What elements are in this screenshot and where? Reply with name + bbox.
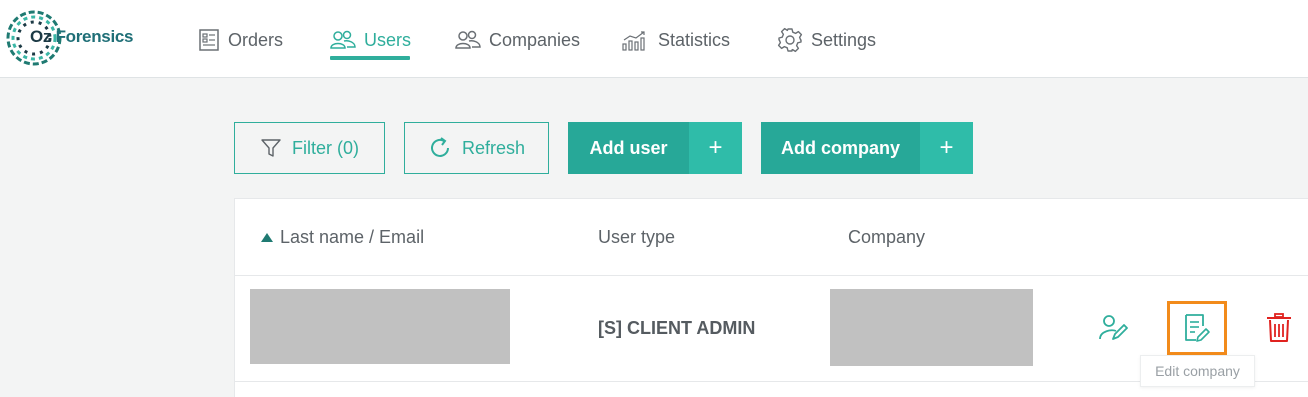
column-header-company[interactable]: Company bbox=[848, 227, 925, 248]
filter-button-label: Filter (0) bbox=[292, 137, 359, 158]
nav-item-users[interactable]: Users bbox=[330, 24, 411, 56]
nav-item-orders[interactable]: Orders bbox=[198, 24, 283, 56]
header-divider bbox=[235, 275, 1308, 276]
delete-user-button[interactable] bbox=[1265, 312, 1293, 344]
refresh-icon bbox=[431, 137, 449, 157]
redacted-name-email bbox=[250, 289, 510, 364]
add-user-button[interactable]: Add user + bbox=[568, 122, 742, 174]
nav-label-companies: Companies bbox=[489, 29, 581, 50]
redacted-company bbox=[830, 289, 1033, 366]
column-header-last-name-email-label: Last name / Email bbox=[280, 227, 425, 247]
companies-icon bbox=[455, 30, 481, 49]
nav-label-statistics: Statistics bbox=[658, 29, 731, 50]
edit-user-button[interactable] bbox=[1097, 311, 1129, 345]
column-header-last-name-email[interactable]: Last name / Email bbox=[261, 227, 424, 248]
edit-company-tooltip: Edit company bbox=[1140, 355, 1255, 387]
orders-icon bbox=[199, 29, 219, 51]
active-tab-indicator bbox=[330, 56, 410, 60]
sort-ascending-icon bbox=[261, 233, 273, 242]
add-company-button[interactable]: Add company + bbox=[761, 122, 973, 174]
refresh-button[interactable]: Refresh bbox=[404, 122, 549, 174]
trash-icon bbox=[1267, 313, 1291, 342]
oz-forensics-logo[interactable]: Oz Forensics bbox=[6, 10, 133, 66]
add-user-button-label: Add user bbox=[589, 137, 668, 158]
statistics-icon bbox=[622, 31, 645, 51]
nav-label-orders: Orders bbox=[228, 29, 284, 50]
add-company-button-label: Add company bbox=[780, 137, 900, 158]
filter-button[interactable]: Filter (0) bbox=[234, 122, 385, 174]
filter-icon bbox=[261, 139, 281, 157]
users-icon bbox=[330, 30, 356, 49]
nav-item-settings[interactable]: Settings bbox=[777, 24, 876, 56]
brand-name-oz: Oz bbox=[30, 27, 52, 46]
top-navigation-bar: Oz Forensics Orders Users Companies Stat… bbox=[0, 0, 1308, 78]
nav-item-companies[interactable]: Companies bbox=[455, 24, 580, 56]
brand-name: Oz Forensics bbox=[30, 27, 133, 47]
nav-label-users: Users bbox=[364, 29, 412, 50]
nav-label-settings: Settings bbox=[811, 29, 877, 50]
cell-user-type: [S] CLIENT ADMIN bbox=[598, 318, 756, 338]
gear-icon bbox=[777, 27, 803, 53]
edit-company-icon bbox=[1185, 314, 1210, 342]
add-user-plus-icon: + bbox=[689, 122, 742, 174]
nav-item-statistics[interactable]: Statistics bbox=[622, 24, 730, 56]
column-header-user-type[interactable]: User type bbox=[598, 227, 675, 248]
edit-company-button[interactable] bbox=[1167, 301, 1227, 355]
user-edit-icon bbox=[1099, 315, 1128, 340]
refresh-button-label: Refresh bbox=[461, 137, 526, 158]
brand-name-forensics: Forensics bbox=[55, 27, 134, 46]
add-company-plus-icon: + bbox=[920, 122, 973, 174]
